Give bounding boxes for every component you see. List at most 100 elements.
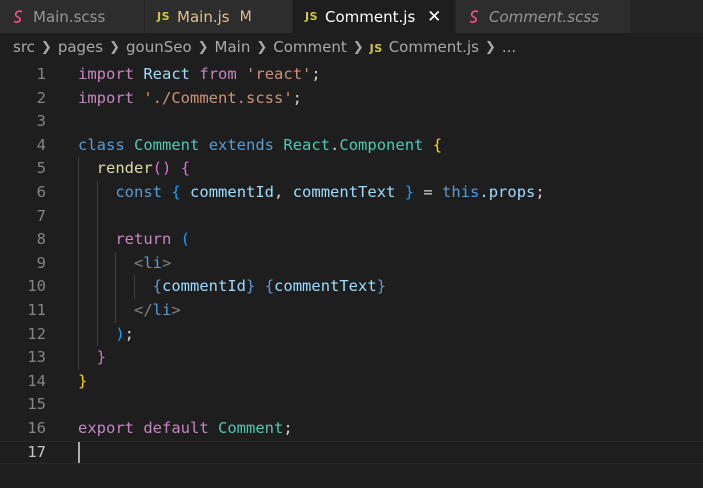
code-token: props (488, 183, 536, 201)
code-line[interactable]: 17 (0, 441, 703, 465)
breadcrumb-item-file[interactable]: JS Comment.js (370, 38, 479, 56)
code-token: ( (180, 230, 191, 249)
line-content: import React from 'react'; (78, 63, 321, 87)
code-line[interactable]: 3 (0, 110, 703, 134)
breadcrumb-item-pages[interactable]: pages (58, 38, 103, 56)
chevron-right-icon: ❯ (197, 39, 209, 55)
line-number: 2 (36, 88, 46, 107)
code-token: Component (339, 135, 424, 154)
code-token: import (78, 65, 134, 83)
code-token: React (283, 135, 331, 154)
code-line[interactable]: 1 import React from 'react'; (0, 63, 703, 87)
line-content: } (78, 346, 106, 370)
line-content: ); (78, 323, 134, 347)
line-number: 4 (36, 135, 46, 154)
line-content: export default Comment; (78, 417, 293, 441)
line-number: 3 (36, 112, 46, 131)
code-line[interactable]: 4 class Comment extends React.Component { (0, 134, 703, 158)
line-content: } (78, 370, 87, 394)
breadcrumb-item-comment[interactable]: Comment (273, 38, 347, 56)
code-token: export (78, 419, 134, 437)
breadcrumb: src ❯ pages ❯ gounSeo ❯ Main ❯ Comment ❯… (0, 33, 703, 61)
chevron-right-icon: ❯ (484, 39, 496, 55)
code-token: default (143, 419, 209, 437)
code-area[interactable]: 1 import React from 'react'; 2 import './Co… (0, 61, 703, 488)
code-token: } (96, 348, 107, 367)
code-editor: Main.scss JS Main.js M JS Comment.js ✕ C… (0, 0, 703, 488)
code-token: > (162, 253, 172, 272)
code-token: ( (152, 159, 163, 178)
code-token: ; (292, 88, 302, 107)
code-token: li (152, 301, 172, 319)
code-token: from (199, 65, 237, 83)
code-line[interactable]: 16 export default Comment; (0, 417, 703, 441)
line-number: 1 (36, 65, 46, 83)
code-line[interactable]: 14} (0, 370, 703, 394)
code-token: ; (124, 324, 135, 343)
code-token: commentId (190, 183, 275, 201)
code-line[interactable]: 7 (0, 205, 703, 229)
code-token: </ (134, 301, 153, 319)
tab-main-scss[interactable]: Main.scss (0, 0, 145, 33)
tab-main-js[interactable]: JS Main.js M (145, 0, 293, 33)
close-icon[interactable]: ✕ (425, 7, 443, 27)
tab-comment-js[interactable]: JS Comment.js ✕ (293, 0, 456, 33)
js-icon: JS (369, 42, 383, 55)
tab-label: Main.js (177, 7, 230, 26)
code-token: const (115, 183, 162, 201)
code-line[interactable]: 9 <li> (0, 252, 703, 276)
code-line[interactable]: 8 return ( (0, 228, 703, 252)
breadcrumb-item-src[interactable]: src (13, 38, 35, 56)
code-token: ) (115, 324, 125, 343)
code-token: { (171, 183, 181, 201)
code-token: return (115, 230, 172, 249)
line-content: {commentId} {commentText} (78, 275, 386, 299)
code-line[interactable]: 13 } (0, 346, 703, 370)
indent-guide (78, 157, 79, 370)
code-token: ; (535, 183, 545, 201)
code-line[interactable]: 10 {commentId} {commentText} (0, 275, 703, 299)
tab-label: Comment.js (325, 7, 416, 26)
indent-guide (96, 181, 98, 347)
line-number: 16 (27, 419, 46, 437)
code-token: li (143, 253, 163, 272)
code-line[interactable]: 2 import './Comment.scss'; (0, 87, 703, 111)
line-number: 11 (27, 301, 46, 319)
code-token: class (78, 135, 125, 154)
tab-comment-scss[interactable]: Comment.scss (456, 0, 631, 33)
code-token: } (246, 277, 256, 296)
line-number: 15 (27, 395, 46, 414)
line-content: </li> (78, 299, 181, 323)
tab-bar: Main.scss JS Main.js M JS Comment.js ✕ C… (0, 0, 703, 33)
code-token: < (134, 253, 144, 272)
code-token: { (264, 277, 275, 296)
breadcrumb-item-main[interactable]: Main (215, 38, 251, 56)
line-content: return ( (78, 228, 190, 252)
code-token: import (78, 88, 134, 107)
code-line[interactable]: 6 const { commentId, commentText } = thi… (0, 181, 703, 205)
code-line[interactable]: 12 ); (0, 323, 703, 347)
tab-label: Main.scss (33, 7, 106, 26)
text-cursor (78, 441, 80, 464)
breadcrumb-item-gounseo[interactable]: gounSeo (126, 38, 192, 56)
code-line[interactable]: 11 </li> (0, 299, 703, 323)
code-line[interactable]: 15 (0, 393, 703, 417)
code-token: 'react' (246, 65, 312, 83)
tab-label: Comment.scss (489, 7, 599, 26)
code-token: = (414, 183, 443, 201)
breadcrumb-more[interactable]: ... (502, 38, 516, 56)
code-line[interactable]: 5 render() { (0, 157, 703, 181)
